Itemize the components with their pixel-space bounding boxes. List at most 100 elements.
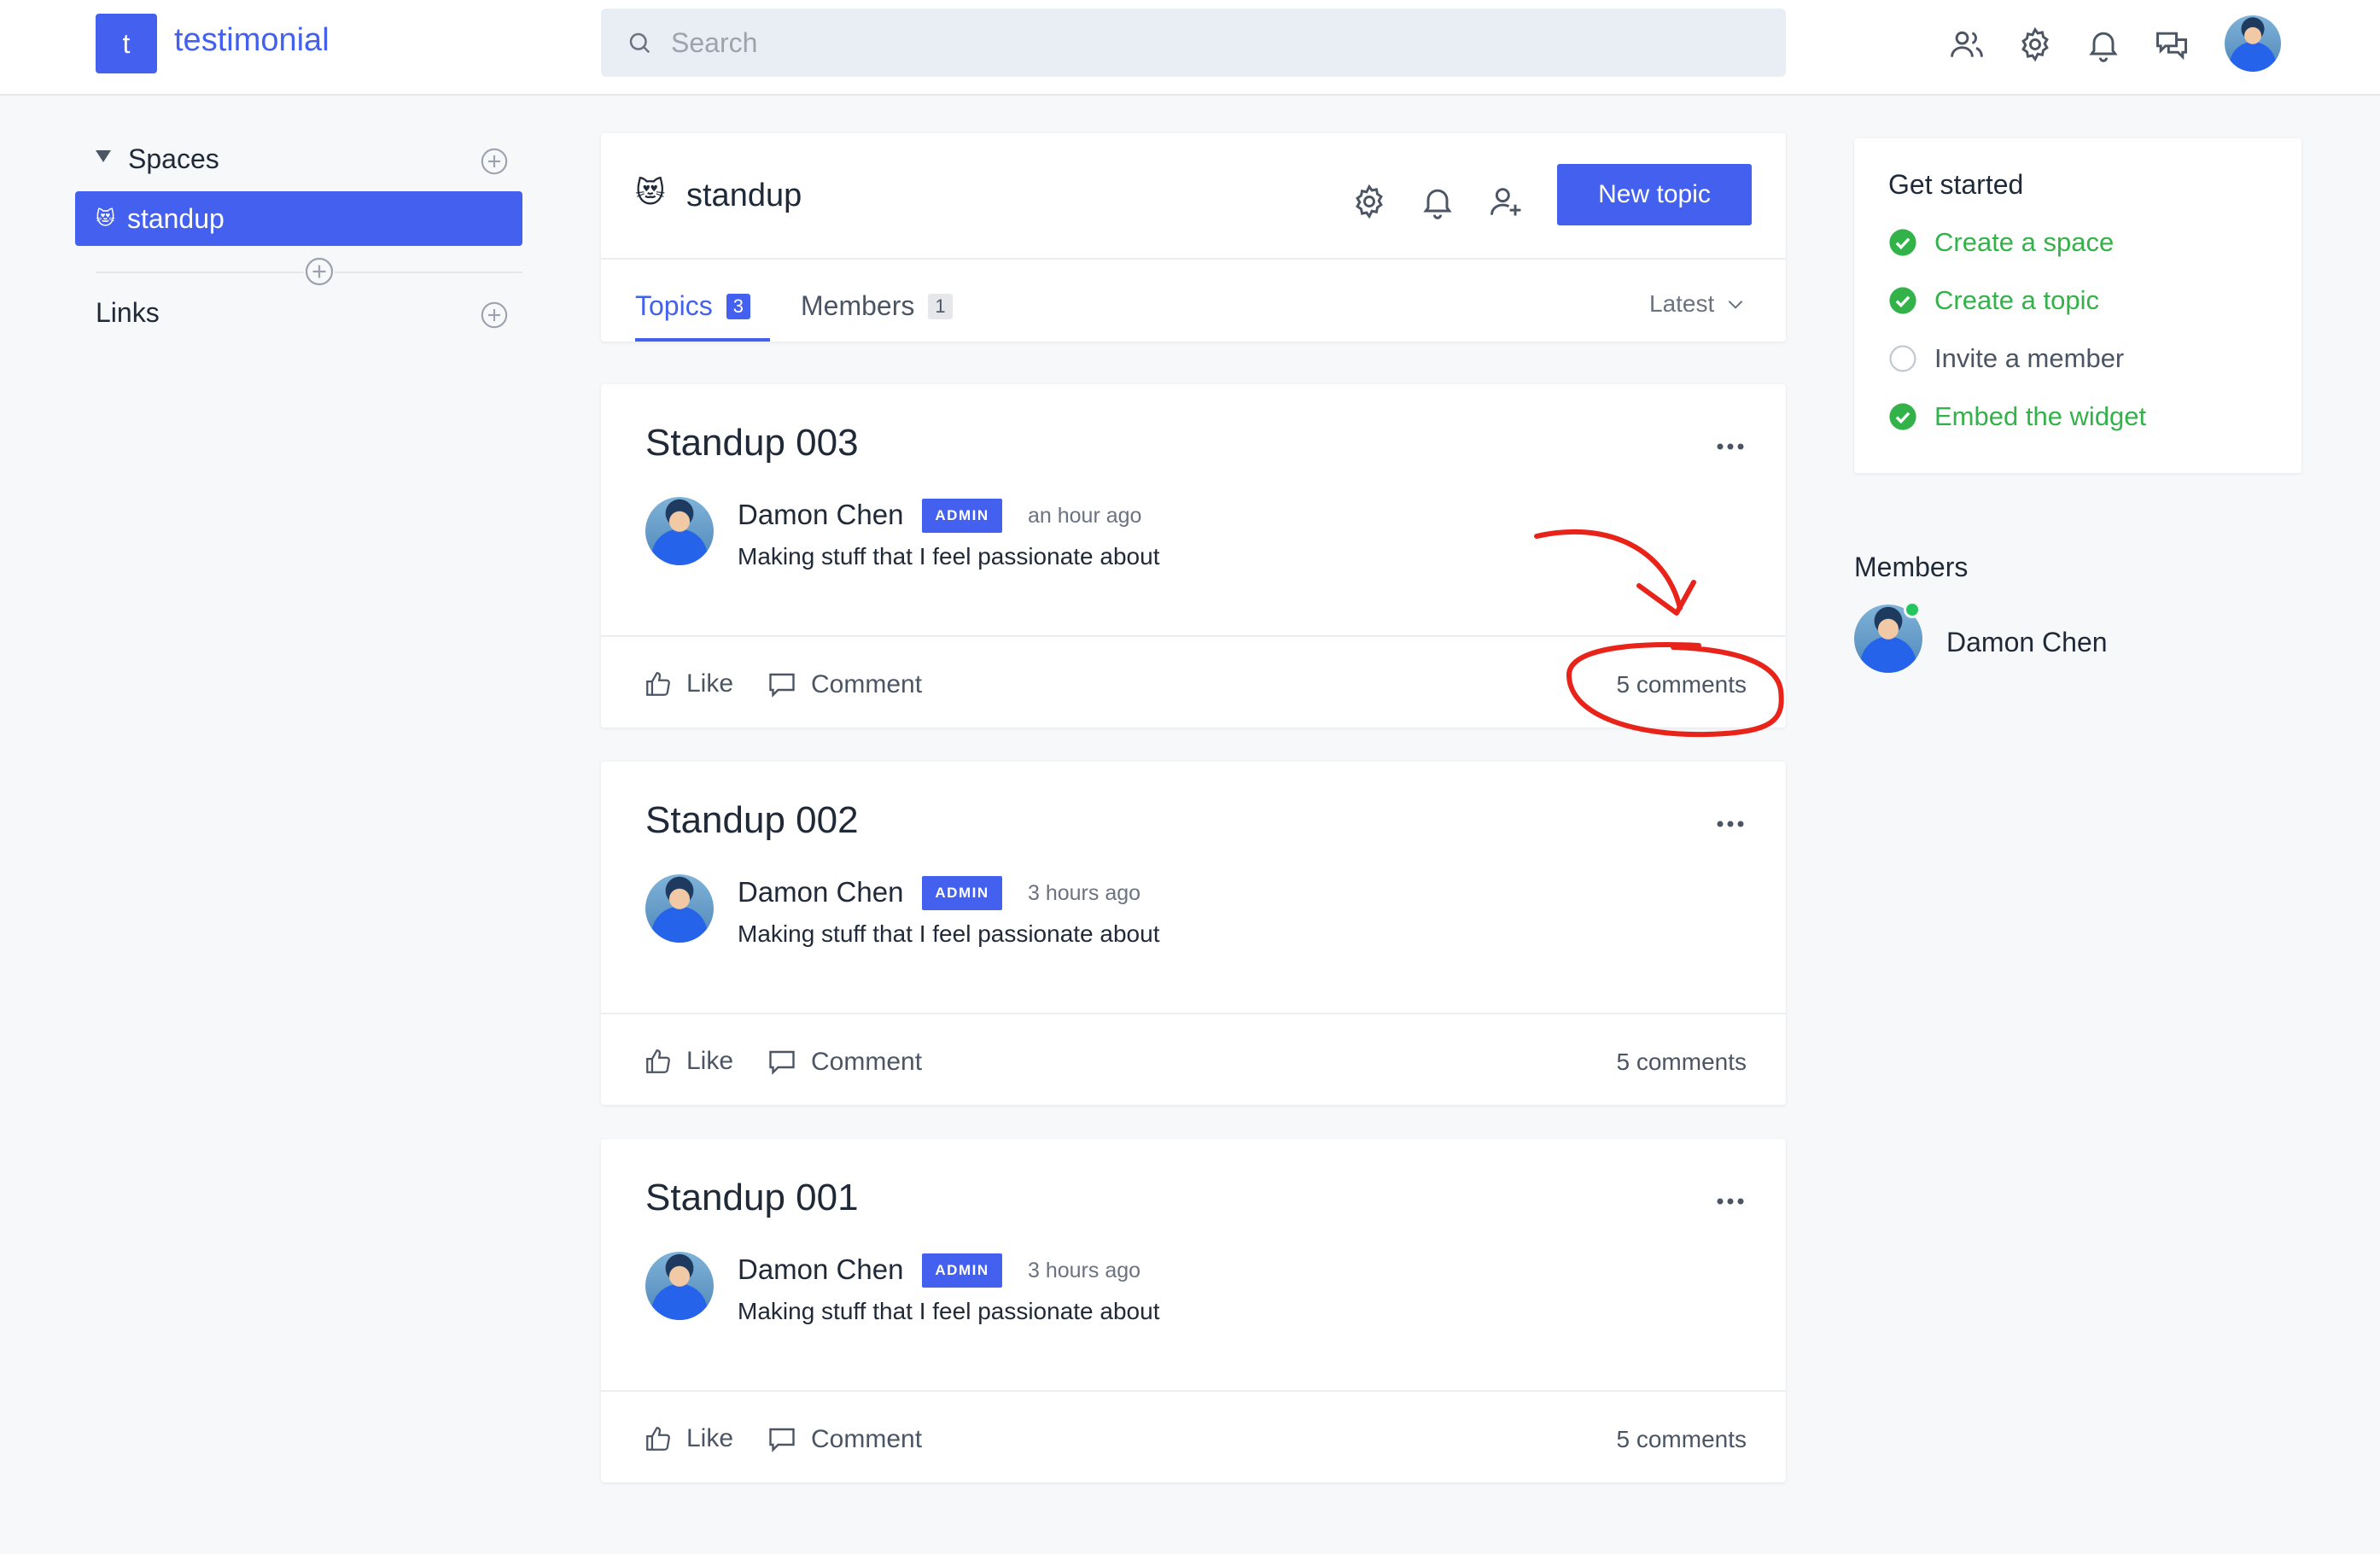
comment-icon (769, 1050, 795, 1075)
topics-count-badge: 3 (726, 293, 750, 319)
post-timestamp: 3 hours ago (1028, 1259, 1141, 1282)
app-logo[interactable]: t (96, 14, 157, 73)
author-avatar[interactable] (645, 1252, 714, 1320)
role-badge: ADMIN (922, 499, 1002, 533)
space-notifications-icon[interactable] (1419, 183, 1456, 220)
links-heading: Links (96, 297, 160, 328)
checklist-item-embed-widget[interactable]: Embed the widget (1888, 401, 2146, 432)
search-bar[interactable] (601, 9, 1786, 77)
more-options-icon[interactable] (1716, 442, 1745, 451)
post-timestamp: an hour ago (1028, 504, 1142, 528)
like-button[interactable]: Like (644, 1047, 733, 1076)
more-options-icon[interactable] (1716, 1197, 1745, 1206)
online-status-indicator (1904, 601, 1921, 618)
like-label: Like (686, 1047, 734, 1075)
chat-icon[interactable] (2153, 26, 2190, 63)
author-name[interactable]: Damon Chen (738, 499, 903, 531)
sort-dropdown[interactable]: Latest (1649, 290, 1747, 318)
top-bar: t testimonial (0, 0, 2380, 96)
author-name[interactable]: Damon Chen (738, 876, 903, 908)
topic-card[interactable]: Standup 003 Damon Chen ADMIN an hour ago… (601, 384, 1786, 727)
role-badge: ADMIN (922, 1253, 1002, 1288)
thumbs-up-icon (646, 672, 670, 696)
comment-button[interactable]: Comment (767, 1424, 922, 1455)
author-avatar[interactable] (645, 874, 714, 943)
sidebar-item-label: standup (126, 202, 225, 234)
author-avatar[interactable] (645, 497, 714, 565)
checklist-item-invite-member[interactable]: Invite a member (1888, 343, 2124, 374)
author-bio: Making stuff that I feel passionate abou… (738, 543, 1160, 570)
topic-card[interactable]: Standup 001 Damon Chen ADMIN 3 hours ago… (601, 1139, 1786, 1482)
tab-label: Members (801, 290, 915, 321)
members-count-badge: 1 (928, 293, 953, 319)
add-space-icon[interactable] (480, 147, 509, 176)
comment-icon (769, 673, 795, 698)
spaces-heading: Spaces (128, 143, 219, 174)
invite-member-icon[interactable] (1487, 183, 1525, 220)
add-link-icon[interactable] (480, 301, 509, 330)
comment-button[interactable]: Comment (767, 669, 922, 700)
tab-label: Topics (635, 290, 713, 321)
comment-label: Comment (811, 670, 923, 698)
post-timestamp: 3 hours ago (1028, 881, 1141, 905)
bell-icon[interactable] (2085, 26, 2122, 63)
comment-label: Comment (811, 1425, 923, 1453)
sidebar-item-standup[interactable]: 😻 standup (75, 191, 522, 246)
get-started-title: Get started (1888, 169, 2024, 200)
tab-members[interactable]: Members 1 (801, 290, 953, 322)
comment-button[interactable]: Comment (767, 1047, 922, 1078)
comment-icon (769, 1428, 795, 1452)
checklist-label: Create a space (1934, 227, 2115, 257)
active-tab-indicator (635, 338, 770, 342)
comment-label: Comment (811, 1048, 923, 1076)
tab-topics[interactable]: Topics 3 (635, 290, 750, 322)
space-emoji-icon: 😻 (635, 177, 666, 209)
get-started-card: Get started Create a space Create a topi… (1854, 138, 2301, 473)
space-emoji-icon: 😻 (96, 207, 115, 229)
comments-count-link[interactable]: 5 comments (1617, 1426, 1747, 1453)
check-circle-icon (1889, 287, 1916, 314)
like-label: Like (686, 669, 734, 698)
member-name[interactable]: Damon Chen (1946, 627, 2108, 658)
topic-title[interactable]: Standup 002 (645, 799, 859, 842)
members-icon[interactable] (1948, 26, 1986, 63)
search-input[interactable] (671, 26, 1695, 59)
like-button[interactable]: Like (644, 669, 733, 698)
thumbs-up-icon (646, 1049, 670, 1073)
search-icon (629, 32, 650, 54)
author-bio: Making stuff that I feel passionate abou… (738, 920, 1160, 947)
checklist-item-create-space[interactable]: Create a space (1888, 227, 2114, 258)
user-avatar[interactable] (2225, 15, 2281, 72)
members-panel-title: Members (1854, 552, 1969, 582)
author-bio: Making stuff that I feel passionate abou… (738, 1298, 1160, 1324)
card-divider (601, 1013, 1786, 1014)
topic-title[interactable]: Standup 003 (645, 422, 859, 464)
like-button[interactable]: Like (644, 1424, 733, 1453)
space-title: standup (686, 178, 802, 213)
new-topic-button[interactable]: New topic (1557, 164, 1752, 225)
spaces-collapse-caret[interactable] (96, 150, 111, 162)
checklist-label: Embed the widget (1934, 401, 2147, 431)
thumbs-up-icon (646, 1427, 670, 1451)
sort-label: Latest (1649, 290, 1715, 317)
checklist-label: Invite a member (1934, 343, 2125, 373)
checklist-item-create-topic[interactable]: Create a topic (1888, 285, 2099, 316)
header-divider (601, 258, 1786, 260)
card-divider (601, 635, 1786, 637)
comments-count-link[interactable]: 5 comments (1617, 671, 1747, 698)
checklist-label: Create a topic (1934, 285, 2099, 315)
add-section-icon[interactable] (304, 256, 335, 287)
comments-count-link[interactable]: 5 comments (1617, 1049, 1747, 1076)
topic-card[interactable]: Standup 002 Damon Chen ADMIN 3 hours ago… (601, 762, 1786, 1105)
chevron-down-icon (1729, 301, 1743, 309)
space-header-card: 😻 standup New topic Topics 3 Members 1 L… (601, 133, 1786, 342)
empty-circle-icon (1889, 345, 1916, 372)
author-name[interactable]: Damon Chen (738, 1253, 903, 1286)
role-badge: ADMIN (922, 876, 1002, 910)
space-settings-icon[interactable] (1350, 183, 1388, 220)
more-options-icon[interactable] (1716, 820, 1745, 828)
gear-icon[interactable] (2016, 26, 2054, 63)
topic-title[interactable]: Standup 001 (645, 1177, 859, 1219)
like-label: Like (686, 1424, 734, 1452)
app-name[interactable]: testimonial (174, 22, 330, 59)
